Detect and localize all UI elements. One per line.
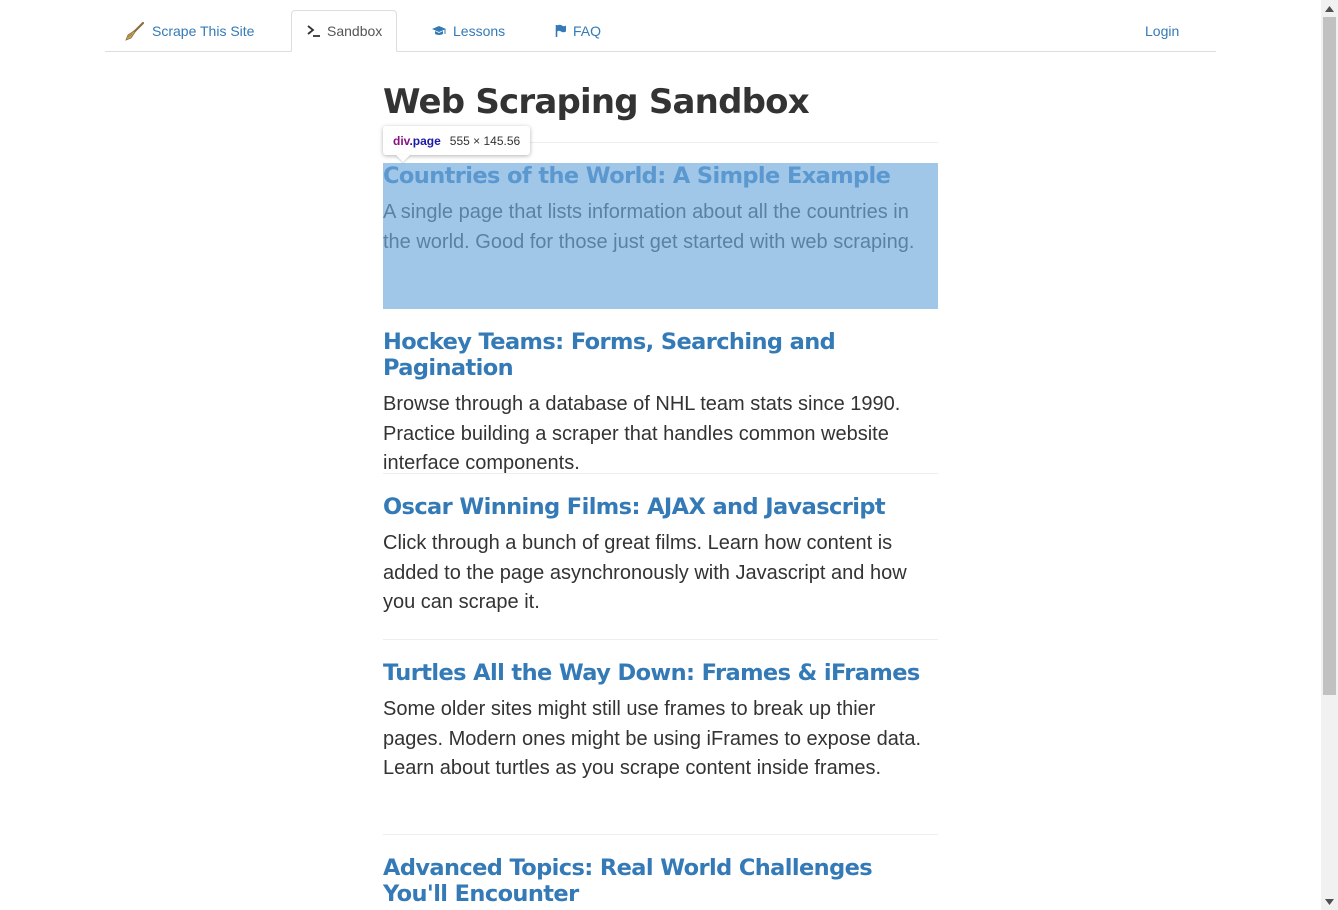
item-title-link[interactable]: Countries of the World: A Simple Example (383, 163, 938, 189)
item-description: Browse through a database of NHL team st… (383, 393, 901, 474)
inspector-dimensions: 555 × 145.56 (449, 133, 521, 148)
item-title-link[interactable]: Advanced Topics: Real World Challenges Y… (383, 855, 938, 907)
tab-sandbox[interactable]: Sandbox (291, 10, 397, 52)
tab-faq-label: FAQ (573, 23, 602, 39)
terminal-icon (307, 25, 321, 37)
item-description: A single page that lists information abo… (383, 201, 915, 253)
sandbox-item-countries: Countries of the World: A Simple Example… (383, 163, 938, 257)
tab-faq[interactable]: FAQ (555, 10, 601, 52)
vertical-scrollbar[interactable] (1321, 0, 1338, 910)
inspector-tooltip: div.page 555 × 145.56 (383, 126, 531, 155)
sandbox-item-hockey: Hockey Teams: Forms, Searching and Pagin… (383, 329, 938, 479)
tab-lessons-label: Lessons (453, 23, 506, 39)
scrollbar-thumb[interactable] (1323, 17, 1336, 695)
graduation-cap-icon (431, 25, 447, 37)
sandbox-item-frames: Turtles All the Way Down: Frames & iFram… (383, 660, 938, 784)
item-divider (383, 473, 938, 474)
item-description: Click through a bunch of great films. Le… (383, 532, 907, 613)
brand-label: Scrape This Site (152, 23, 255, 39)
inspector-tag: div (393, 133, 410, 148)
top-navbar: Scrape This Site Sandbox Lessons FAQ Log… (105, 0, 1216, 52)
item-divider (383, 639, 938, 640)
sandbox-item-oscar: Oscar Winning Films: AJAX and Javascript… (383, 494, 938, 618)
item-description: Some older sites might still use frames … (383, 698, 922, 779)
item-title-link[interactable]: Oscar Winning Films: AJAX and Javascript (383, 494, 938, 520)
broom-icon (124, 20, 146, 42)
sandbox-item-advanced: Advanced Topics: Real World Challenges Y… (383, 855, 938, 907)
scroll-up-arrow-icon[interactable] (1321, 0, 1338, 17)
item-title-link[interactable]: Turtles All the Way Down: Frames & iFram… (383, 660, 938, 686)
flag-icon (555, 24, 567, 38)
item-title-link[interactable]: Hockey Teams: Forms, Searching and Pagin… (383, 329, 938, 381)
page-content: Web Scraping Sandbox Countries of the Wo… (383, 52, 938, 907)
item-divider (383, 834, 938, 835)
scroll-down-arrow-icon[interactable] (1321, 893, 1338, 910)
login-link[interactable]: Login (1145, 10, 1179, 52)
page-title: Web Scraping Sandbox (383, 82, 810, 122)
inspector-class: .page (409, 133, 441, 148)
inspector-tooltip-arrow (396, 155, 410, 162)
tab-lessons[interactable]: Lessons (431, 10, 505, 52)
brand-link[interactable]: Scrape This Site (124, 10, 254, 52)
tab-sandbox-label: Sandbox (327, 23, 383, 39)
